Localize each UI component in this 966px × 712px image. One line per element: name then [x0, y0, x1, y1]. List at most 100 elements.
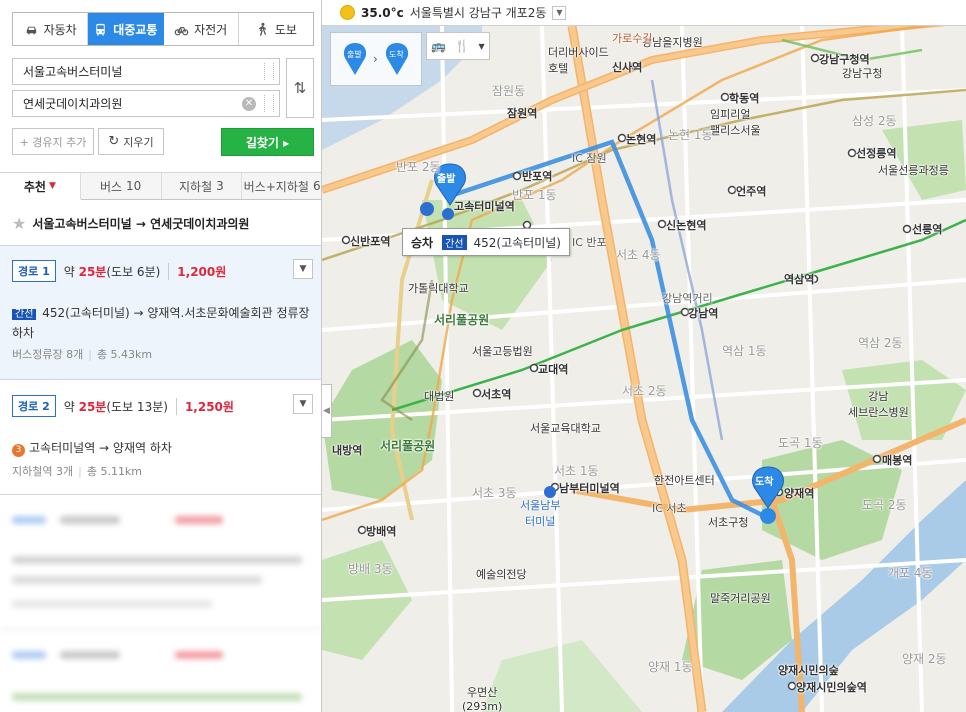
route-item-2[interactable]: 경로 2 약 25분(도보 13분) 1,250원 ▼ 3 고속터미널역 → 양재… — [0, 381, 321, 495]
location-dropdown-button[interactable]: ▼ — [552, 5, 567, 20]
map-label-maljuk-park: 말죽거리공원 — [710, 592, 771, 605]
route-1-header: 경로 1 약 25분(도보 6분) 1,200원 — [12, 260, 226, 282]
collapse-panel-button[interactable]: ◀ — [322, 384, 332, 438]
star-icon[interactable]: ★ — [12, 214, 26, 233]
destination-input[interactable] — [13, 91, 242, 116]
blur-block — [12, 576, 262, 584]
map-label-eonju-station: 언주역 — [736, 185, 767, 198]
destination-drag-handle-icon[interactable] — [264, 95, 274, 112]
route-item-4[interactable] — [0, 631, 321, 712]
bus-icon[interactable]: 🚌 — [431, 39, 446, 53]
tab-bus[interactable]: 버스 10 — [81, 173, 162, 199]
route-1-time-main: 25분 — [78, 264, 107, 279]
map-label-sinbanpo-station: 신반포역 — [350, 235, 391, 248]
map-label-gaepo4: 개포 4동 — [888, 566, 933, 580]
map-label-yangjae-station: 양재역 — [784, 487, 815, 500]
map-label-banpo2: 반포 2동 — [396, 160, 441, 174]
map-label-maebong-station: 매봉역 — [882, 454, 913, 467]
route-1-meta: 버스정류장 8개 | 총 5.43km — [12, 348, 153, 361]
route-2-desc-text: 고속터미널역 → 양재역 하차 — [29, 441, 172, 455]
car-icon — [26, 26, 36, 34]
route-2-time-main: 25분 — [78, 399, 107, 414]
map-label-banpo1: 반포 1동 — [512, 188, 557, 202]
tab-bus-label: 버스 — [99, 179, 123, 194]
blur-block — [12, 556, 302, 564]
chevron-down-icon: ▼ — [299, 399, 307, 409]
map-label-mt-umyeon: 우면산 (293m) — [462, 686, 503, 712]
clear-button[interactable]: ↻ 지우기 — [98, 128, 164, 155]
route-2-expand-button[interactable]: ▼ — [293, 394, 313, 414]
blur-block — [12, 516, 46, 524]
route-2-badge: 경로 2 — [12, 395, 56, 417]
mode-car-label: 자동차 — [43, 22, 77, 37]
map-label-seocho-office: 서초구청 — [708, 516, 749, 529]
map-label-gangnam-office: 강남구청 — [842, 67, 883, 80]
tab-bus-subway-count: 6 — [312, 179, 321, 193]
blurred-route-list — [0, 496, 321, 712]
map-label-seolleung-park: 서울선릉과정릉 — [878, 164, 949, 177]
map-label-seonjeongneung-station: 선정릉역 — [856, 147, 897, 160]
chevron-left-icon: ◀ — [323, 406, 330, 416]
origin-input[interactable] — [13, 59, 264, 84]
caret-down-icon: ▼ — [48, 181, 56, 191]
map-label-edu-univ: 서울교육대학교 — [530, 422, 601, 435]
start-end-pins-icon: 출발 › 도착 — [343, 43, 409, 75]
swap-arrows-icon: ⇅ — [293, 79, 307, 97]
map-label-court: 대법원 — [424, 390, 455, 403]
tab-subway[interactable]: 지하철 3 — [162, 173, 243, 199]
popup-board-label: 승차 — [411, 235, 434, 250]
route-item-3[interactable] — [0, 496, 321, 630]
find-route-button[interactable]: 길찾기 ▸ — [221, 128, 314, 156]
restaurant-icon[interactable]: 🍴 — [455, 39, 470, 53]
tab-recommended[interactable]: 추천 ▼ — [0, 173, 81, 200]
map-label-dogok2: 도곡 2동 — [862, 498, 907, 512]
map-label-jamwon-ic: IC 잠원 — [572, 152, 607, 165]
route-2-time-walk: (도보 13분) — [106, 399, 168, 414]
route-item-1[interactable]: 경로 1 약 25분(도보 6분) 1,200원 ▼ 간선 452(고속터미널)… — [0, 246, 321, 380]
mode-walk-button[interactable]: 도보 — [238, 13, 313, 45]
mode-bicycle-button[interactable]: 자전거 — [163, 13, 239, 45]
map-label-seorae-park2: 서리풀공원 — [380, 439, 436, 453]
route-1-badge: 경로 1 — [12, 260, 56, 282]
temperature: 35.0°c — [361, 5, 404, 20]
map-tool-box: 🚌 🍴 ▼ — [426, 32, 490, 60]
map-label-hakdong-station: 학동역 — [729, 92, 760, 105]
add-waypoint-button[interactable]: + 경유지 추가 — [12, 128, 94, 155]
mode-bicycle-label: 자전거 — [194, 22, 228, 37]
mode-transit-button[interactable]: 대중교통 — [88, 13, 164, 45]
map-label-the-riverside: 더리버사이드 호텔 — [548, 46, 609, 75]
route-2-meta: 지하철역 3개 | 총 5.11km — [12, 465, 143, 478]
map-label-yeoksam2: 역삼 2동 — [858, 336, 903, 350]
map-label-seocho3: 서초 3동 — [472, 486, 517, 500]
mode-car-button[interactable]: 자동차 — [13, 13, 89, 45]
map-label-yeoksam1: 역삼 1동 — [722, 344, 767, 358]
favorite-route: ★ 서울고속버스터미널 → 연세굿데이치과의원 — [12, 214, 249, 233]
clear-label: 지우기 — [123, 135, 154, 149]
map-label-yangjae2: 양재 2동 — [902, 652, 947, 666]
map-label-seocho-ic: IC 서초 — [652, 502, 687, 515]
chevron-down-icon[interactable]: ▼ — [479, 42, 485, 51]
blur-block — [60, 516, 120, 524]
map-label-hanjeon-art: 한전아트센터 — [654, 474, 715, 487]
map-view[interactable]: 35.0°c 서울특별시 강남구 개포2동 ▼ 출발 도착 출발 › 도착 🚌 … — [322, 0, 966, 712]
swap-origin-destination-button[interactable]: ⇅ — [286, 58, 314, 118]
route-1-expand-button[interactable]: ▼ — [293, 259, 313, 279]
start-destination-legend[interactable]: 출발 › 도착 — [330, 32, 422, 86]
route-1-description: 간선 452(고속터미널) → 양재역.서초문화예술회관 정류장 하차 — [12, 304, 314, 342]
map-label-bangbae-station2: 내방역 — [332, 444, 363, 457]
route-1-desc-text: 452(고속터미널) → 양재역.서초문화예술회관 정류장 하차 — [12, 306, 310, 340]
route-2-distance: 총 5.11km — [86, 465, 143, 478]
map-label-imperial: 임피리얼 팰리스서울 — [710, 108, 761, 137]
legend-start-text: 출발 — [347, 49, 362, 59]
tab-recommended-label: 추천 — [23, 179, 46, 194]
clear-destination-icon[interactable]: ✕ — [242, 96, 256, 111]
route-1-time-walk: (도보 6분) — [106, 264, 161, 279]
map-label-gangnam-street: 강남역거리 — [662, 292, 713, 305]
map-label-gyodae-station: 교대역 — [538, 363, 569, 376]
origin-drag-handle-icon[interactable] — [264, 63, 274, 80]
tab-bus-subway[interactable]: 버스+지하철 6 — [242, 173, 321, 199]
route-2-stops: 지하철역 3개 — [12, 465, 74, 478]
current-location: 서울특별시 강남구 개포2동 — [409, 6, 547, 20]
map-label-gangnam-station: 강남역 — [688, 307, 719, 320]
sun-icon — [340, 5, 355, 20]
